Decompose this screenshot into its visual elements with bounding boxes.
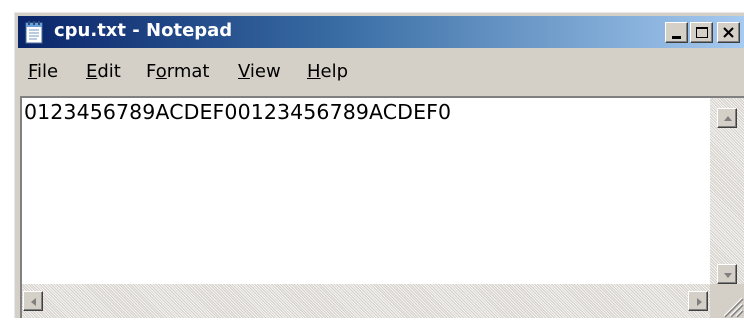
menu-file[interactable]: File <box>28 61 58 82</box>
arrow-up-icon <box>724 116 732 121</box>
notepad-icon[interactable] <box>24 20 46 44</box>
scroll-left-button[interactable] <box>23 291 43 311</box>
maximize-icon <box>696 27 708 38</box>
window-title: cpu.txt - Notepad <box>54 20 233 41</box>
resize-grip[interactable] <box>710 284 744 318</box>
menu-help[interactable]: Help <box>307 61 348 82</box>
notepad-window: cpu.txt - Notepad File Edit Format View … <box>14 12 744 318</box>
close-icon <box>723 27 734 38</box>
menu-view[interactable]: View <box>238 61 281 82</box>
close-button[interactable] <box>717 22 740 43</box>
arrow-left-icon <box>31 298 36 306</box>
resize-grip-icon <box>723 297 744 318</box>
title-bar[interactable]: cpu.txt - Notepad <box>18 16 744 48</box>
scroll-down-button[interactable] <box>717 264 737 284</box>
menu-format[interactable]: Format <box>146 61 209 82</box>
vertical-scrollbar[interactable] <box>710 98 744 284</box>
maximize-button[interactable] <box>690 22 713 43</box>
text-editor[interactable]: 0123456789ACDEF00123456789ACDEF0 <box>24 100 710 284</box>
horizontal-scrollbar[interactable] <box>22 284 710 318</box>
minimize-button[interactable] <box>665 22 688 43</box>
scroll-up-button[interactable] <box>717 108 737 128</box>
menu-edit[interactable]: Edit <box>86 61 121 82</box>
editor-frame: 0123456789ACDEF00123456789ACDEF0 <box>20 96 744 318</box>
arrow-down-icon <box>724 273 732 278</box>
arrow-right-icon <box>697 298 702 306</box>
minimize-icon <box>672 36 681 39</box>
scroll-right-button[interactable] <box>688 291 708 311</box>
menu-bar: File Edit Format View Help <box>18 61 744 87</box>
